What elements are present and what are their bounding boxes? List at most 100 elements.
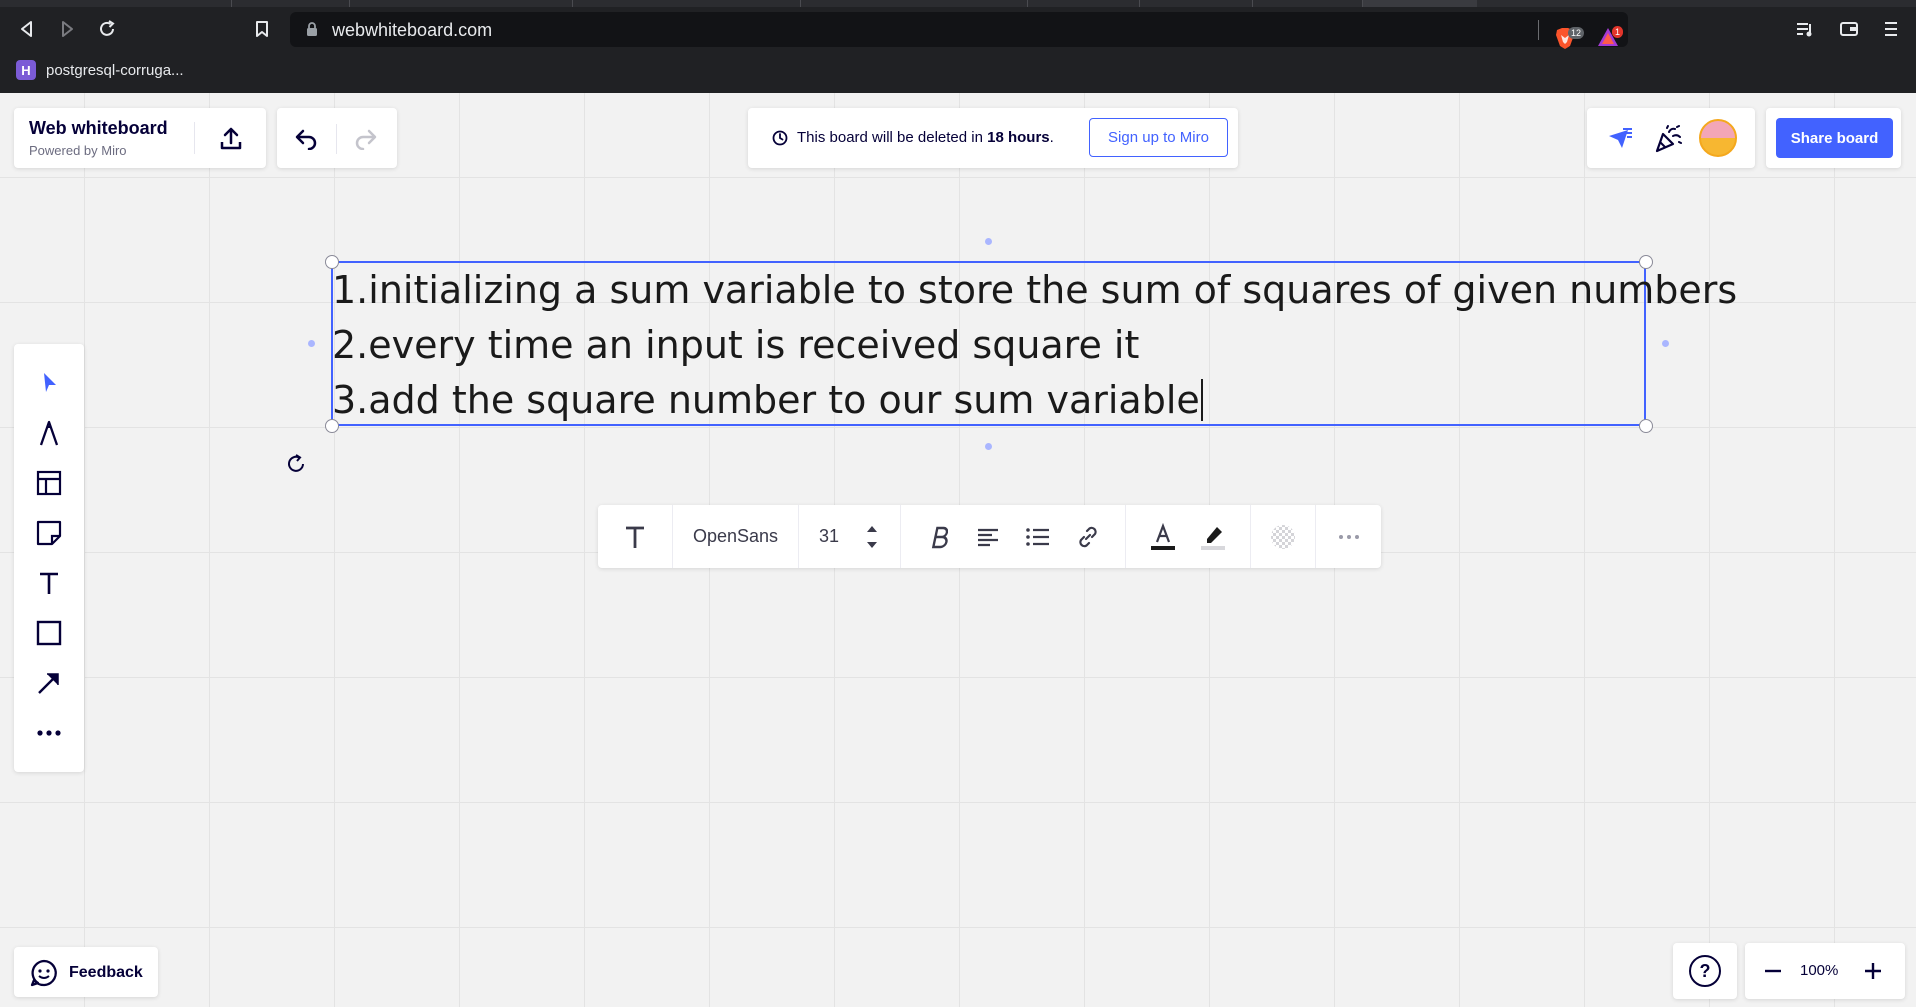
zoom-out-button[interactable] — [1759, 957, 1787, 985]
bookmark-page-button[interactable] — [249, 16, 275, 42]
connection-point[interactable] — [308, 340, 315, 347]
connector-tool[interactable] — [32, 666, 66, 700]
highlight-button[interactable] — [1193, 505, 1233, 568]
tab-strip — [0, 0, 1916, 7]
notice-prefix: This board will be deleted in — [797, 129, 983, 146]
bold-icon — [931, 526, 948, 548]
divider — [1125, 505, 1126, 568]
lock-icon — [307, 22, 317, 36]
font-family-select[interactable]: OpenSans — [673, 505, 798, 568]
text-color-button[interactable] — [1143, 505, 1183, 568]
arrow-icon — [38, 673, 59, 694]
stepper-arrows-icon[interactable] — [865, 522, 879, 552]
playlist-button[interactable] — [1792, 16, 1818, 42]
forward-icon — [62, 21, 73, 37]
deletion-notice-panel: This board will be deleted in 18 hours. … — [748, 108, 1238, 168]
wallet-button[interactable] — [1836, 16, 1862, 42]
link-button[interactable] — [1068, 505, 1108, 568]
zoom-in-button[interactable] — [1859, 957, 1887, 985]
export-button[interactable] — [214, 122, 248, 156]
celebrate-button[interactable] — [1651, 122, 1685, 156]
tab[interactable] — [801, 0, 1028, 7]
reload-icon — [100, 20, 115, 36]
pen-icon — [39, 420, 59, 446]
zoom-level[interactable]: 100% — [1800, 962, 1838, 979]
deletion-notice: This board will be deleted in 18 hours. — [772, 129, 1054, 146]
templates-tool[interactable] — [32, 466, 66, 500]
text-type-button[interactable] — [598, 505, 672, 568]
text-line: 3.add the square number to our sum varia… — [332, 378, 1200, 422]
more-tools-button[interactable] — [32, 716, 66, 750]
board-title: Web whiteboard — [29, 118, 168, 138]
follow-cursor-button[interactable] — [1603, 122, 1637, 156]
highlighter-icon — [1201, 526, 1225, 550]
tab[interactable] — [573, 0, 801, 7]
upload-icon — [220, 127, 242, 150]
bookmark-item[interactable]: H postgresql-corruga... — [16, 59, 184, 81]
feedback-panel[interactable]: Feedback — [14, 947, 158, 997]
pen-tool[interactable] — [32, 416, 66, 450]
text-format-toolbar: OpenSans 31 — [598, 505, 1381, 568]
text-line: 2.every time an input is received square… — [332, 323, 1140, 367]
browser-chrome: webwhiteboard.com 12 1 H postgresql-corr… — [0, 0, 1916, 93]
sticky-note-tool[interactable] — [32, 516, 66, 550]
font-size-stepper[interactable]: 31 — [799, 505, 899, 568]
help-button[interactable]: ? — [1689, 955, 1721, 987]
bold-button[interactable] — [918, 505, 958, 568]
text-tool[interactable] — [32, 566, 66, 600]
font-size-value: 31 — [818, 526, 840, 546]
user-avatar[interactable] — [1699, 119, 1737, 157]
brave-shields-button[interactable]: 12 — [1554, 26, 1585, 50]
clock-icon — [772, 130, 788, 145]
browser-menu-button[interactable] — [1878, 16, 1904, 42]
align-button[interactable] — [968, 505, 1008, 568]
text-icon — [626, 526, 644, 548]
text-box-content[interactable]: 1.initializing a sum variable to store t… — [332, 263, 1737, 428]
tab[interactable] — [1253, 0, 1363, 7]
text-icon — [40, 572, 58, 594]
select-tool[interactable] — [32, 366, 66, 400]
tab[interactable] — [1140, 0, 1253, 7]
divider — [900, 505, 901, 568]
board-subtitle: Powered by Miro — [29, 143, 127, 158]
template-icon — [36, 470, 62, 496]
brave-rewards-button[interactable]: 1 — [1596, 26, 1626, 50]
square-icon — [36, 620, 62, 646]
undo-button[interactable] — [289, 122, 323, 156]
reload-button[interactable] — [94, 16, 120, 42]
forward-button[interactable] — [54, 16, 80, 42]
tab[interactable] — [232, 0, 350, 7]
share-board-button[interactable]: Share board — [1776, 118, 1893, 158]
plus-icon — [1865, 963, 1881, 979]
tab[interactable] — [350, 0, 573, 7]
board-brand-panel: Web whiteboard Powered by Miro — [14, 108, 266, 168]
link-icon — [1079, 526, 1097, 547]
history-panel — [277, 108, 397, 168]
shields-count-badge: 12 — [1568, 27, 1585, 39]
fill-color-button[interactable] — [1251, 505, 1315, 568]
rotate-handle-icon[interactable] — [284, 452, 308, 476]
text-color-icon — [1151, 522, 1175, 550]
list-button[interactable] — [1018, 505, 1058, 568]
connection-point[interactable] — [985, 443, 992, 450]
notice-hours: 18 hours — [987, 129, 1050, 146]
text-line-with-caret: 3.add the square number to our sum varia… — [332, 373, 1737, 428]
more-options-button[interactable] — [1316, 505, 1381, 568]
redo-button[interactable] — [349, 122, 383, 156]
tab[interactable] — [0, 0, 232, 7]
share-panel: Share board — [1766, 108, 1901, 168]
back-button[interactable] — [14, 16, 40, 42]
connection-point[interactable] — [985, 238, 992, 245]
bookmark-label: postgresql-corruga... — [46, 61, 184, 79]
address-bar[interactable]: webwhiteboard.com 12 1 — [290, 12, 1628, 50]
transparent-fill-icon — [1271, 524, 1295, 549]
tab[interactable] — [1028, 0, 1140, 7]
alert-count-badge: 1 — [1612, 26, 1624, 38]
bookmark-icon — [256, 21, 268, 37]
heroku-favicon-icon: H — [16, 60, 36, 80]
shape-tool[interactable] — [32, 616, 66, 650]
hamburger-icon — [1885, 22, 1897, 36]
active-tab[interactable] — [1363, 0, 1477, 7]
signup-button[interactable]: Sign up to Miro — [1089, 118, 1228, 157]
minus-icon — [1765, 969, 1781, 973]
